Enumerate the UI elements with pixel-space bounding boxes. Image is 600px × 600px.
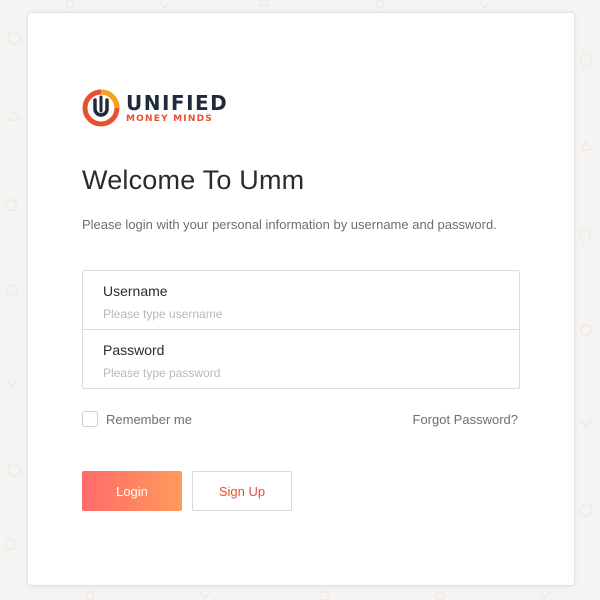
- login-button[interactable]: Login: [82, 471, 182, 511]
- username-label: Username: [103, 283, 168, 299]
- logo-wordmark: UNIFIED MONEY MINDS: [126, 93, 228, 124]
- remember-me-checkbox[interactable]: [82, 411, 98, 427]
- username-field-group: Username: [83, 271, 519, 330]
- brand-logo: UNIFIED MONEY MINDS: [82, 87, 242, 129]
- logo-line-money-minds: MONEY MINDS: [126, 113, 213, 124]
- logo-line-unified: UNIFIED: [126, 90, 229, 115]
- password-input[interactable]: [103, 364, 493, 382]
- page-subtitle: Please login with your personal informat…: [82, 217, 497, 232]
- login-form: Username Password: [82, 270, 520, 389]
- umm-logo-icon: [82, 89, 120, 127]
- username-input[interactable]: [103, 305, 493, 323]
- forgot-password-link[interactable]: Forgot Password?: [413, 412, 519, 427]
- signup-button[interactable]: Sign Up: [192, 471, 292, 511]
- page-title: Welcome To Umm: [82, 165, 305, 195]
- remember-me-label: Remember me: [106, 411, 192, 427]
- remember-me[interactable]: Remember me: [82, 411, 192, 427]
- password-label: Password: [103, 342, 165, 358]
- password-field-group: Password: [83, 330, 519, 389]
- login-card: UNIFIED MONEY MINDS Welcome To Umm Pleas…: [27, 12, 575, 586]
